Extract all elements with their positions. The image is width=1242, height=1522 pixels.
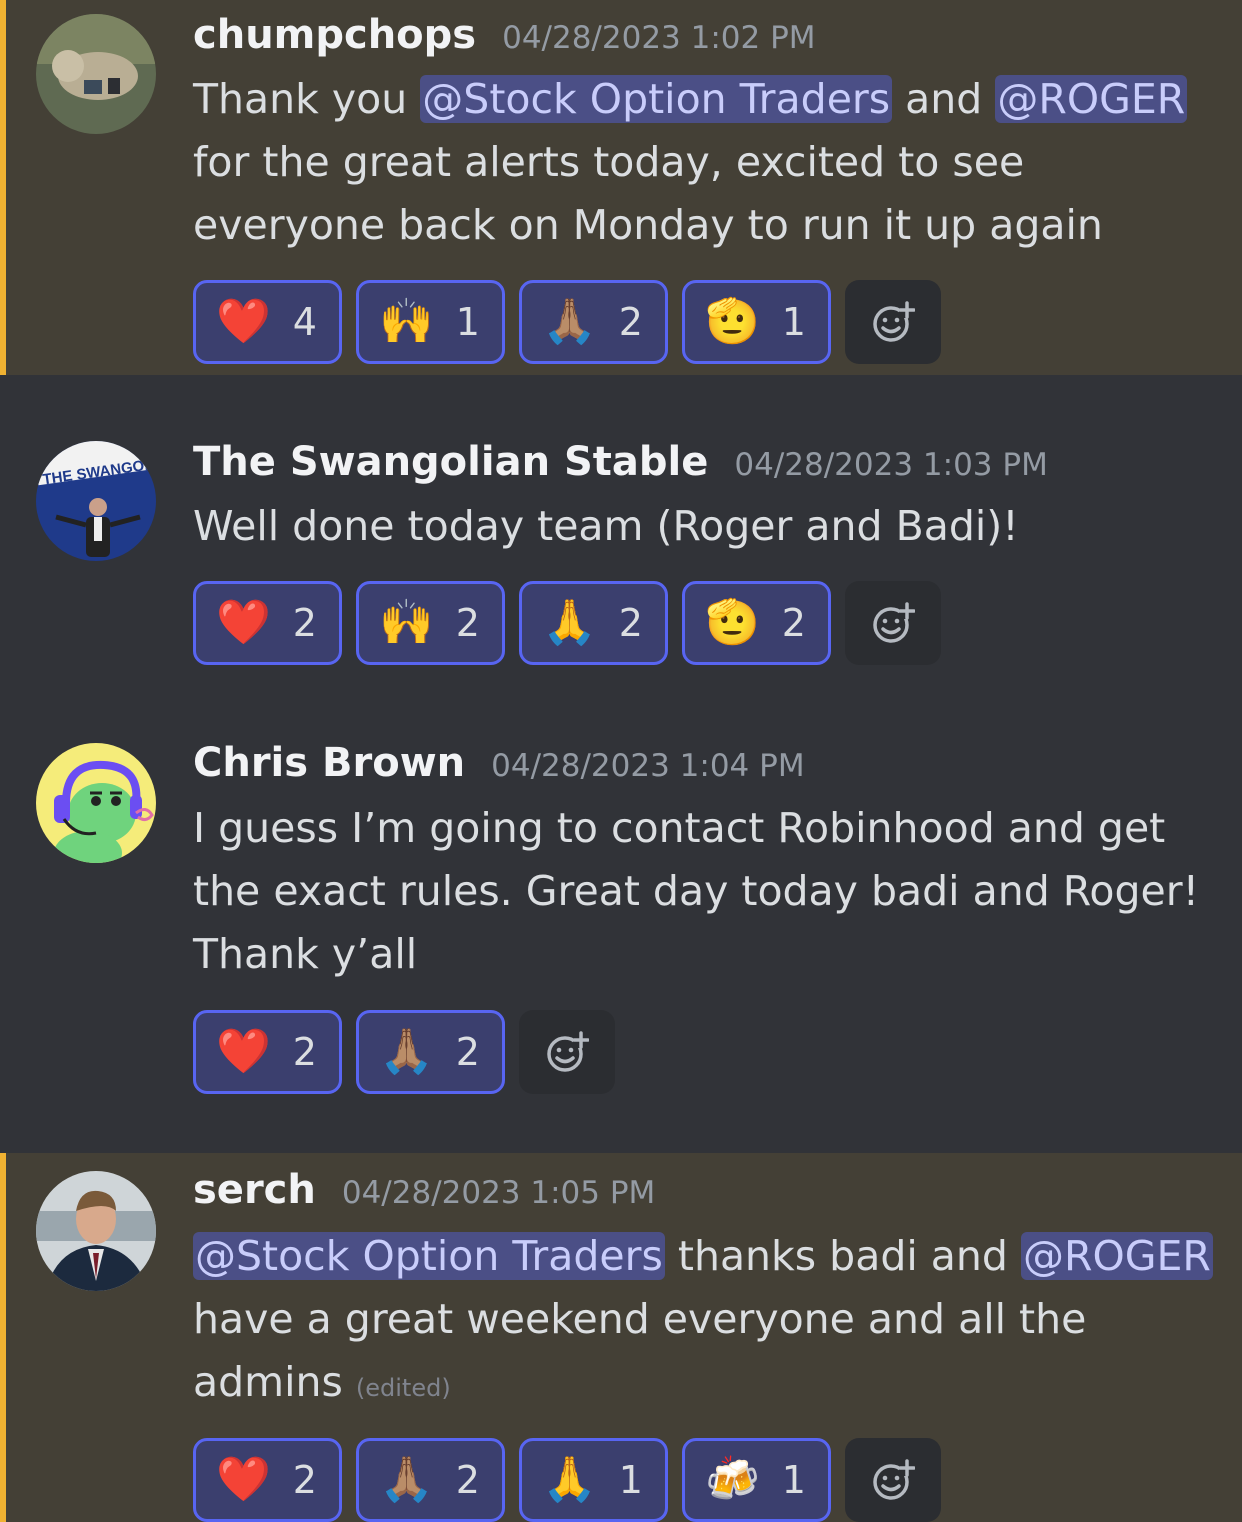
timestamp: 04/28/2023 1:03 PM [734,447,1048,483]
username[interactable]: Chris Brown [193,740,465,786]
reaction-bar: ❤️ 2 🙏🏽 2 🙏 1 🍻 1 [193,1438,941,1522]
heart-icon: ❤️ [216,597,271,648]
message-text: Thank you @Stock Option Traders and @ROG… [193,68,1213,257]
reaction-saluting-face[interactable]: 🫡 1 [681,280,831,364]
edited-label: (edited) [355,1374,451,1402]
folded-hands-icon: 🙏🏽 [541,296,597,347]
username[interactable]: chumpchops [193,12,476,58]
reaction-folded-hands[interactable]: 🙏 2 [518,581,668,665]
reaction-count: 2 [781,601,806,645]
saluting-face-icon: 🫡 [704,296,760,347]
message-4: serch 04/28/2023 1:05 PM @Stock Option T… [0,1153,1242,1522]
timestamp: 04/28/2023 1:05 PM [341,1175,656,1211]
reaction-beer-mugs[interactable]: 🍻 1 [681,1438,831,1522]
avatar[interactable] [36,1171,156,1291]
folded-hands-icon: 🙏🏽 [378,1454,434,1505]
username[interactable]: The Swangolian Stable [193,439,708,485]
reaction-count: 4 [292,300,317,344]
heart-icon: ❤️ [216,1454,271,1505]
reaction-count: 1 [781,300,806,344]
reaction-bar: ❤️ 2 🙏🏽 2 [193,1010,615,1094]
reaction-count: 2 [292,1458,317,1502]
reaction-count: 2 [455,1458,480,1502]
reaction-count: 1 [455,300,480,344]
saluting-face-icon: 🫡 [704,597,760,648]
folded-hands-icon: 🙏🏽 [378,1026,434,1077]
reaction-saluting-face[interactable]: 🫡 2 [681,581,831,665]
beer-mugs-icon: 🍻 [704,1454,760,1505]
add-reaction-icon [873,301,915,342]
reaction-count: 2 [455,1030,480,1074]
reaction-count: 1 [618,1458,643,1502]
add-reaction-icon [873,602,915,643]
message-text: Well done today team (Roger and Badi)! [193,502,1019,550]
text-segment: Thank you [193,75,421,123]
raised-hands-icon: 🙌 [378,296,434,347]
reaction-count: 2 [618,601,643,645]
reaction-folded-hands[interactable]: 🙏 1 [518,1438,668,1522]
text-segment: for the great alerts today, excited to s… [193,138,1103,249]
text-segment: and [892,75,996,123]
role-mention[interactable]: @Stock Option Traders [420,75,893,123]
add-reaction-button[interactable] [844,581,941,665]
reaction-count: 2 [455,601,480,645]
add-reaction-button[interactable] [518,1010,615,1094]
reaction-raised-hands[interactable]: 🙌 1 [355,280,505,364]
user-mention[interactable]: @ROGER [1020,1232,1213,1280]
text-segment: thanks badi and [664,1232,1021,1280]
add-reaction-button[interactable] [844,1438,941,1522]
text-segment: have a great weekend everyone and all th… [193,1295,1087,1406]
avatar[interactable]: THE SWANGOLIA [36,441,156,561]
reaction-heart[interactable]: ❤️ 2 [193,1438,342,1522]
timestamp: 04/28/2023 1:02 PM [502,20,816,56]
heart-icon: ❤️ [216,296,271,347]
folded-hands-icon: 🙏 [541,597,597,648]
message-text: I guess I’m going to contact Robinhood a… [193,804,1200,978]
user-mention[interactable]: @ROGER [995,75,1188,123]
reaction-folded-hands[interactable]: 🙏🏽 2 [355,1438,505,1522]
role-mention[interactable]: @Stock Option Traders [193,1232,665,1280]
folded-hands-icon: 🙏 [541,1454,597,1505]
avatar[interactable] [36,743,156,863]
reaction-count: 2 [292,601,317,645]
timestamp: 04/28/2023 1:04 PM [491,748,805,784]
avatar[interactable] [36,14,156,134]
message-3: Chris Brown 04/28/2023 1:04 PM I guess I… [0,675,1242,1153]
reaction-count: 1 [781,1458,806,1502]
heart-icon: ❤️ [216,1026,271,1077]
message-1: chumpchops 04/28/2023 1:02 PM Thank you … [0,0,1242,375]
reaction-bar: ❤️ 4 🙌 1 🙏🏽 2 🫡 1 [193,280,941,364]
message-2: THE SWANGOLIA The Swangolian Stable 04/2… [0,375,1242,675]
reaction-folded-hands[interactable]: 🙏🏽 2 [355,1010,505,1094]
username[interactable]: serch [193,1167,316,1213]
reaction-folded-hands[interactable]: 🙏🏽 2 [518,280,668,364]
reaction-heart[interactable]: ❤️ 4 [193,280,342,364]
add-reaction-button[interactable] [844,280,941,364]
reaction-count: 2 [618,300,643,344]
reaction-raised-hands[interactable]: 🙌 2 [355,581,505,665]
add-reaction-icon [873,1459,915,1500]
reaction-count: 2 [292,1030,317,1074]
reaction-heart[interactable]: ❤️ 2 [193,581,342,665]
reaction-bar: ❤️ 2 🙌 2 🙏 2 🫡 2 [193,581,941,665]
message-text: @Stock Option Traders thanks badi and @R… [193,1225,1213,1420]
add-reaction-icon [547,1031,589,1072]
reaction-heart[interactable]: ❤️ 2 [193,1010,342,1094]
raised-hands-icon: 🙌 [378,597,434,648]
